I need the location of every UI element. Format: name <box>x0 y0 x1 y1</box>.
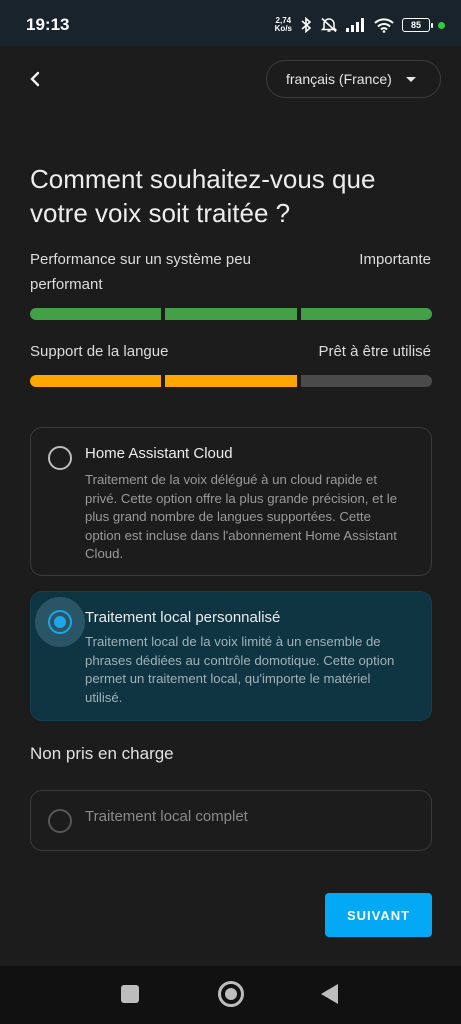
option-title: Traitement local personnalisé <box>85 609 281 626</box>
language-select[interactable]: français (France) <box>266 60 441 98</box>
metric-performance-value: Importante <box>359 251 431 268</box>
status-bar: 19:13 2,74 Ko/s 85 <box>0 0 461 46</box>
radio-button-disabled <box>48 809 72 833</box>
system-nav-bar <box>0 966 461 1024</box>
signal-icon <box>346 18 366 32</box>
option-description: Traitement local de la voix limité à un … <box>85 634 395 705</box>
privacy-indicator <box>438 21 445 29</box>
option-description: Traitement de la voix délégué à un cloud… <box>85 472 398 561</box>
metric-bar-segment <box>165 308 297 320</box>
next-button[interactable]: SUIVANT <box>325 893 432 937</box>
metric-language-label: Support de la langue <box>30 343 169 360</box>
metric-bar-segment <box>300 308 432 320</box>
option-title: Home Assistant Cloud <box>85 445 233 462</box>
option-home-assistant-cloud[interactable]: Home Assistant Cloud Traitement de la vo… <box>30 427 432 576</box>
radio-button-selected[interactable] <box>48 610 72 634</box>
page-title: Comment souhaitez-vous que votre voix so… <box>30 164 376 228</box>
metric-language-value: Prêt à être utilisé <box>318 343 431 360</box>
language-select-value: français (France) <box>286 71 392 87</box>
battery-icon: 85 <box>402 18 433 32</box>
status-icons: 2,74 Ko/s 85 <box>275 14 445 36</box>
caret-down-icon <box>406 77 416 82</box>
chevron-left-icon <box>30 71 40 87</box>
back-triangle-icon[interactable] <box>321 984 338 1004</box>
status-time: 19:13 <box>26 15 70 34</box>
radio-button[interactable] <box>48 446 72 470</box>
back-button[interactable] <box>22 66 48 92</box>
network-speed-unit: Ko/s <box>274 24 292 33</box>
recent-apps-icon[interactable] <box>121 985 139 1003</box>
home-icon[interactable] <box>218 981 244 1007</box>
metric-performance-bar <box>30 308 432 320</box>
bluetooth-icon <box>300 17 312 33</box>
network-speed: 2,74 Ko/s <box>275 17 292 33</box>
option-title: Traitement local complet <box>85 808 248 825</box>
metric-language-bar <box>30 375 432 387</box>
metric-performance-label: Performance sur un système peu performan… <box>30 251 251 293</box>
wifi-icon <box>374 17 394 33</box>
option-local-full-disabled: Traitement local complet <box>30 790 432 851</box>
metric-bar-segment <box>300 375 432 387</box>
metric-bar-segment <box>30 308 162 320</box>
metric-bar-segment <box>165 375 297 387</box>
option-local-custom[interactable]: Traitement local personnalisé Traitement… <box>30 591 432 721</box>
metric-bar-segment <box>30 375 162 387</box>
unsupported-heading: Non pris en charge <box>30 744 174 763</box>
mute-icon <box>320 17 338 33</box>
